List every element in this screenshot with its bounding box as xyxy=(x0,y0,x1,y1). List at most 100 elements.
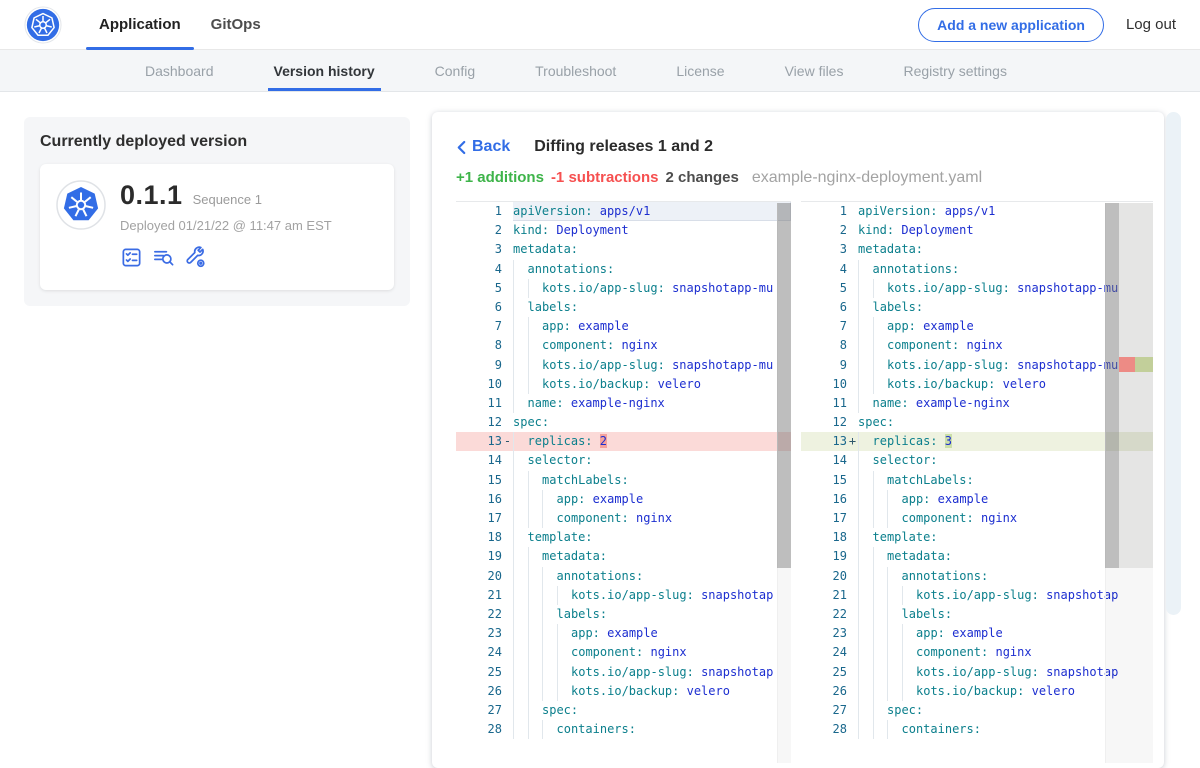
diff-line: 24component: nginx xyxy=(801,643,1153,662)
deployed-card-title: Currently deployed version xyxy=(40,133,394,151)
app-sub-navbar: Dashboard Version history Config Trouble… xyxy=(0,50,1200,92)
top-navbar: Application GitOps Add a new application… xyxy=(0,0,1200,50)
page-scrollbar-thumb[interactable] xyxy=(1166,112,1181,615)
diff-line: 4annotations: xyxy=(456,260,791,279)
additions-count: +1 additions xyxy=(456,169,544,186)
back-button[interactable]: Back xyxy=(456,138,510,156)
diff-line: 11name: example-nginx xyxy=(456,394,791,413)
ruler-viewport-region xyxy=(1119,203,1153,568)
diff-line: 17component: nginx xyxy=(801,509,1153,528)
deployed-version-tile: 0.1.1 Sequence 1 Deployed 01/21/22 @ 11:… xyxy=(40,164,394,290)
diff-line: 6labels: xyxy=(456,298,791,317)
diff-line: 28containers: xyxy=(801,720,1153,739)
new-pane-scrollbar-thumb[interactable] xyxy=(1105,203,1119,568)
diff-line: 9kots.io/app-slug: snapshotapp-mu xyxy=(456,356,791,375)
diff-pane-old: 1apiVersion: apps/v12kind: Deployment3me… xyxy=(456,201,791,763)
currently-deployed-card: Currently deployed version xyxy=(24,117,410,306)
diff-line: 13-replicas: 2 xyxy=(456,432,791,451)
diff-line: 14selector: xyxy=(801,451,1153,470)
configure-icon[interactable] xyxy=(184,246,207,274)
diff-line: 6labels: xyxy=(801,298,1153,317)
diff-line: 20annotations: xyxy=(801,567,1153,586)
diff-line: 21kots.io/app-slug: snapshotap xyxy=(456,586,791,605)
diff-filename: example-nginx-deployment.yaml xyxy=(752,169,982,187)
diff-line: 14selector: xyxy=(456,451,791,470)
tab-config[interactable]: Config xyxy=(435,50,475,91)
diff-line: 1apiVersion: apps/v1 xyxy=(456,202,791,221)
view-logs-icon[interactable] xyxy=(152,246,175,274)
diff-line: 28containers: xyxy=(456,720,791,739)
diff-line: 23app: example xyxy=(801,624,1153,643)
diff-line: 27spec: xyxy=(801,701,1153,720)
diff-line: 7app: example xyxy=(456,317,791,336)
diff-pane-new: 1apiVersion: apps/v12kind: Deployment3me… xyxy=(801,201,1153,763)
diff-line: 19metadata: xyxy=(801,547,1153,566)
diff-line: 3metadata: xyxy=(456,240,791,259)
diff-line: 11name: example-nginx xyxy=(801,394,1153,413)
changes-count: 2 changes xyxy=(665,169,738,186)
diff-line: 5kots.io/app-slug: snapshotapp-mu xyxy=(801,279,1153,298)
diff-line: 16app: example xyxy=(456,490,791,509)
tab-dashboard[interactable]: Dashboard xyxy=(145,50,214,91)
diff-line: 12spec: xyxy=(456,413,791,432)
diff-line: 27spec: xyxy=(456,701,791,720)
version-sequence: Sequence 1 xyxy=(193,192,262,207)
main-content: Currently deployed version xyxy=(0,92,1200,768)
kubernetes-logo-icon xyxy=(24,6,62,44)
diff-line: 22labels: xyxy=(801,605,1153,624)
diff-line: 7app: example xyxy=(801,317,1153,336)
old-pane-scrollbar-thumb[interactable] xyxy=(777,203,791,568)
diff-line: 4annotations: xyxy=(801,260,1153,279)
addition-marker xyxy=(1135,357,1153,372)
chevron-left-icon xyxy=(456,140,467,155)
tab-license[interactable]: License xyxy=(676,50,724,91)
diff-line: 8component: nginx xyxy=(801,336,1153,355)
diff-line: 12spec: xyxy=(801,413,1153,432)
diff-title: Diffing releases 1 and 2 xyxy=(534,138,713,156)
tab-gitops[interactable]: GitOps xyxy=(196,0,276,50)
diff-line: 18template: xyxy=(801,528,1153,547)
diff-line: 17component: nginx xyxy=(456,509,791,528)
diff-line: 18template: xyxy=(456,528,791,547)
diff-line: 20annotations: xyxy=(456,567,791,586)
diff-line: 2kind: Deployment xyxy=(801,221,1153,240)
diff-line: 16app: example xyxy=(801,490,1153,509)
diff-line: 22labels: xyxy=(456,605,791,624)
diff-line: 26kots.io/backup: velero xyxy=(801,682,1153,701)
deployed-timestamp: Deployed 01/21/22 @ 11:47 am EST xyxy=(120,218,332,233)
top-tabs: Application GitOps xyxy=(84,0,276,50)
diff-line: 5kots.io/app-slug: snapshotapp-mu xyxy=(456,279,791,298)
diff-line: 10kots.io/backup: velero xyxy=(456,375,791,394)
diff-change-marker xyxy=(1119,357,1153,372)
diff-line: 21kots.io/app-slug: snapshotap xyxy=(801,586,1153,605)
diff-line: 15matchLabels: xyxy=(456,471,791,490)
diff-line: 3metadata: xyxy=(801,240,1153,259)
ruler-below-region xyxy=(1119,568,1153,763)
diff-line: 1apiVersion: apps/v1 xyxy=(801,202,1153,221)
diff-line: 26kots.io/backup: velero xyxy=(456,682,791,701)
app-version-icon xyxy=(56,180,106,230)
tab-troubleshoot[interactable]: Troubleshoot xyxy=(535,50,616,91)
diff-line: 10kots.io/backup: velero xyxy=(801,375,1153,394)
add-application-button[interactable]: Add a new application xyxy=(918,8,1104,42)
diff-overview-ruler xyxy=(1119,202,1153,763)
diff-line: 13+replicas: 3 xyxy=(801,432,1153,451)
diff-line: 23app: example xyxy=(456,624,791,643)
diff-card: Back Diffing releases 1 and 2 +1 additio… xyxy=(432,112,1164,768)
deletion-marker xyxy=(1119,357,1135,372)
tab-version-history[interactable]: Version history xyxy=(274,50,375,91)
release-notes-icon[interactable] xyxy=(120,246,143,274)
tab-registry-settings[interactable]: Registry settings xyxy=(903,50,1006,91)
diff-line: 25kots.io/app-slug: snapshotap xyxy=(456,663,791,682)
diff-line: 2kind: Deployment xyxy=(456,221,791,240)
diff-line: 24component: nginx xyxy=(456,643,791,662)
diff-line: 9kots.io/app-slug: snapshotapp-mu xyxy=(801,356,1153,375)
logout-button[interactable]: Log out xyxy=(1126,16,1176,33)
subtractions-count: -1 subtractions xyxy=(551,169,659,186)
tab-view-files[interactable]: View files xyxy=(785,50,844,91)
tab-application[interactable]: Application xyxy=(84,0,196,50)
diff-stats: +1 additions -1 subtractions 2 changes e… xyxy=(456,169,1164,187)
diff-line: 15matchLabels: xyxy=(801,471,1153,490)
diff-line: 19metadata: xyxy=(456,547,791,566)
diff-line: 8component: nginx xyxy=(456,336,791,355)
